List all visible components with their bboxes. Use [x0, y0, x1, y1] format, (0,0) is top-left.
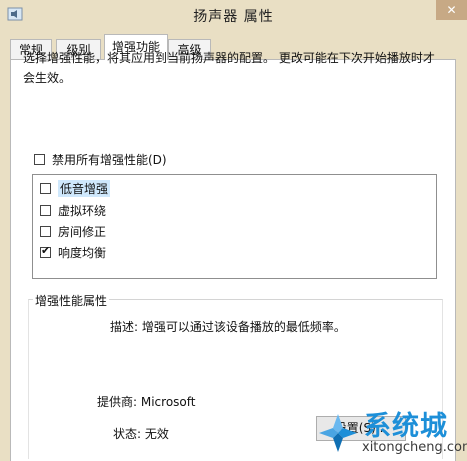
speaker-properties-window: 扬声器 属性 ✕ 常规 级别 增强功能 高级 选择增强性能，将其应用到当前扬声器… [0, 0, 467, 461]
loudness-equalization-checkbox[interactable] [40, 244, 51, 258]
disable-all-label: 禁用所有增强性能(D) [52, 153, 167, 167]
virtual-surround-label[interactable]: 虚拟环绕 [58, 202, 106, 219]
property-provider: 提供商: Microsoft [97, 395, 196, 409]
bass-boost-checkbox[interactable] [40, 183, 51, 194]
list-item[interactable]: 虚拟环绕 [40, 202, 106, 219]
virtual-surround-checkbox[interactable] [40, 205, 51, 216]
disable-all-checkbox[interactable] [34, 154, 45, 165]
group-title: 增强性能属性 [33, 292, 110, 309]
room-correction-checkbox[interactable] [40, 226, 51, 237]
bass-boost-label[interactable]: 低音增强 [58, 180, 111, 197]
enhancements-description: 选择增强性能，将其应用到当前扬声器的配置。 更改可能在下次开始播放时才会生效。 [23, 51, 435, 85]
enhancement-list[interactable]: 低音增强 虚拟环绕 房间修正 响度均衡 [32, 174, 437, 279]
site-watermark: 系统城 xitongcheng.com [317, 402, 467, 461]
list-item[interactable]: 响度均衡 [40, 244, 106, 261]
property-description: 描述: 增强可以通过该设备播放的最低频率。 [110, 320, 346, 334]
watermark-url: xitongcheng.com [362, 440, 467, 455]
disable-all-row[interactable]: 禁用所有增强性能(D) [34, 151, 167, 168]
watermark-logo-icon [319, 414, 357, 452]
watermark-main-text: 系统城 [364, 411, 448, 442]
property-status: 状态: 无效 [113, 427, 169, 441]
list-item[interactable]: 低音增强 [40, 180, 111, 197]
loudness-equalization-label[interactable]: 响度均衡 [58, 244, 106, 261]
list-item[interactable]: 房间修正 [40, 223, 106, 240]
room-correction-label[interactable]: 房间修正 [58, 223, 106, 240]
panel-content: 选择增强性能，将其应用到当前扬声器的配置。 更改可能在下次开始播放时才会生效。 … [0, 0, 467, 461]
